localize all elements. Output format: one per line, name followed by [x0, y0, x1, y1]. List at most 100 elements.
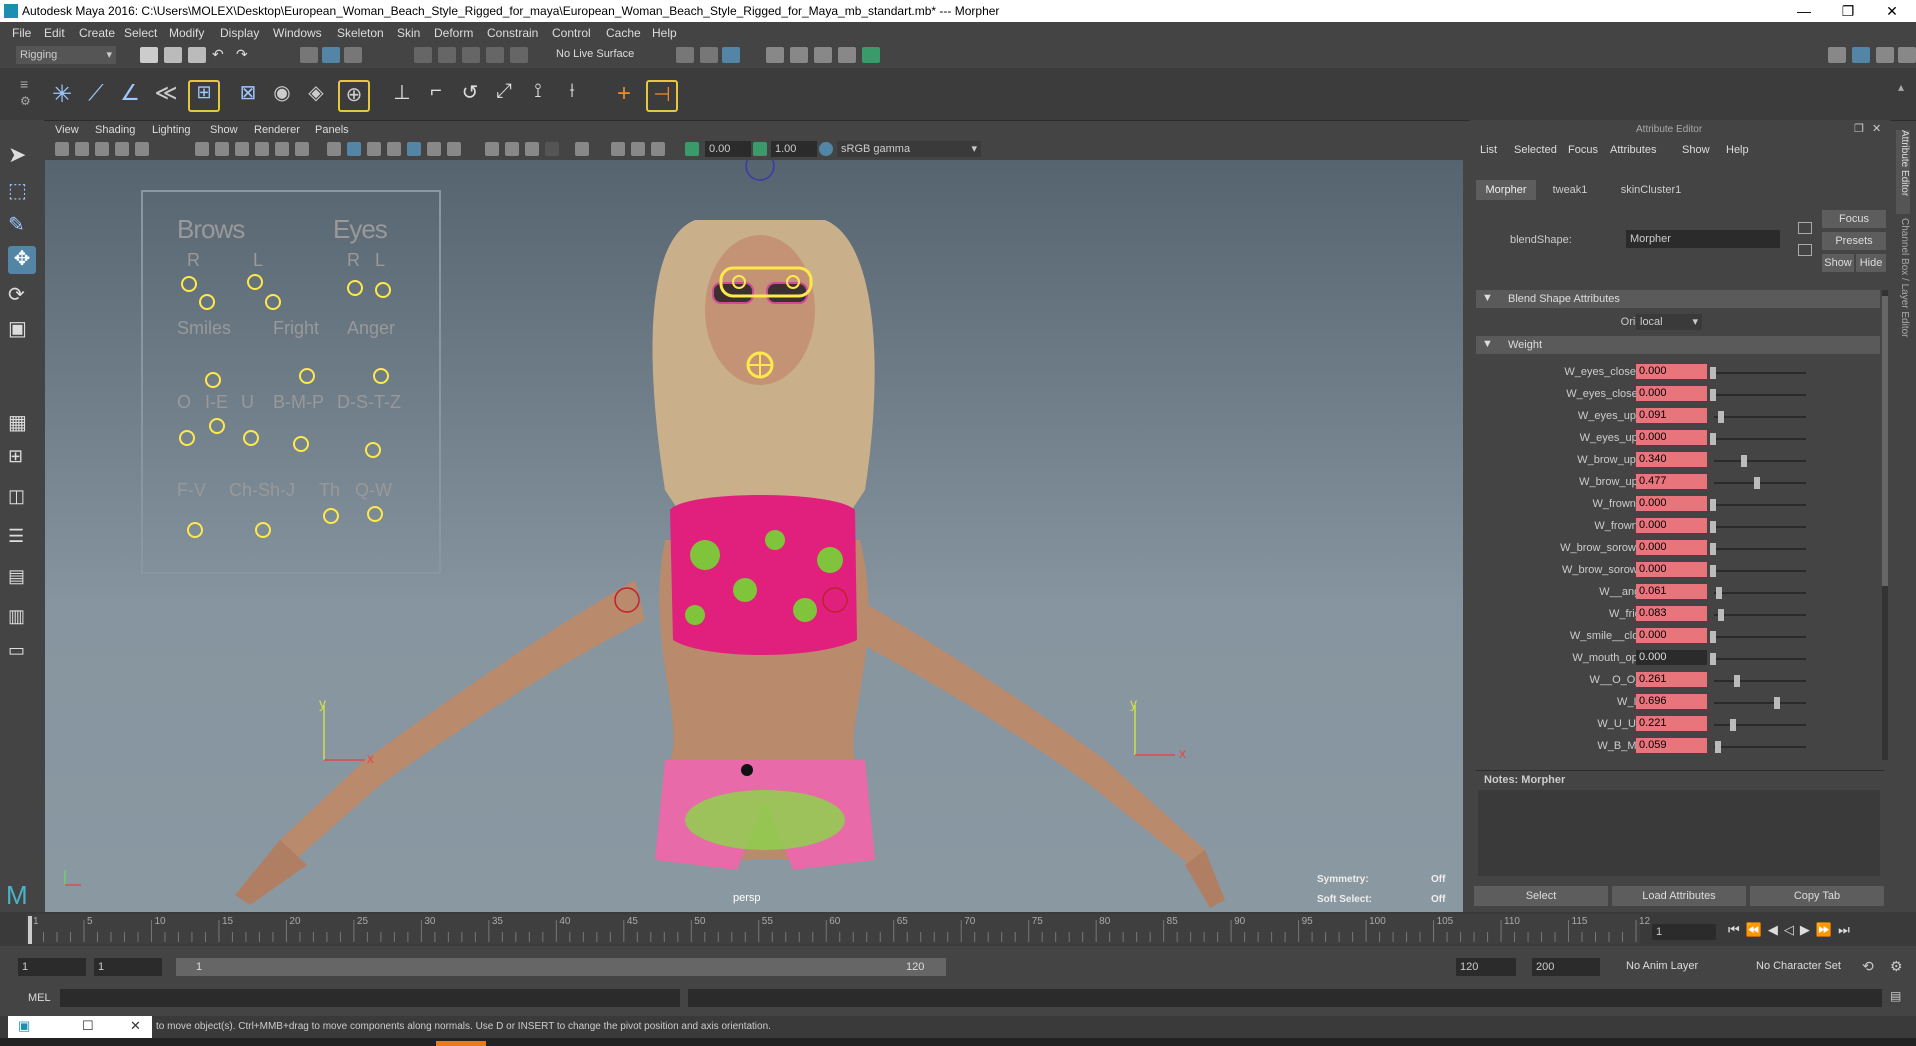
ae-menu-attributes[interactable]: Attributes	[1610, 144, 1656, 156]
weight-slider-track[interactable]	[1714, 636, 1806, 638]
menu-skin[interactable]: Skin	[397, 26, 420, 40]
weight-value-field[interactable]: 0.000	[1636, 518, 1707, 533]
parent-constraint-icon[interactable]: ⟟	[524, 80, 552, 108]
weight-slider-track[interactable]	[1714, 504, 1806, 506]
point-constraint-icon[interactable]: ⊥	[388, 80, 416, 108]
close-icon[interactable]: ✕	[130, 1018, 141, 1034]
mode-dropdown[interactable]: Rigging ▾	[16, 46, 116, 64]
grid-icon[interactable]	[195, 142, 209, 156]
ae-menu-help[interactable]: Help	[1726, 144, 1749, 156]
weight-value-field[interactable]: 0.000	[1636, 496, 1707, 511]
set-driven-key-icon[interactable]: ⊣	[646, 80, 678, 112]
snap-point-icon[interactable]	[462, 47, 480, 63]
menu-deform[interactable]: Deform	[434, 26, 473, 40]
restore-button[interactable]: ❐	[1826, 1, 1870, 21]
channel-box-icon[interactable]	[1898, 47, 1916, 63]
xray-joints-icon[interactable]	[631, 142, 645, 156]
save-scene-icon[interactable]	[188, 47, 206, 63]
vp-menu-view[interactable]: View	[55, 124, 79, 136]
weight-slider-handle[interactable]	[1718, 609, 1724, 621]
render-settings-icon[interactable]	[814, 47, 832, 63]
render-frame-icon[interactable]	[766, 47, 784, 63]
ik-handle-icon[interactable]: ⟋	[82, 80, 110, 108]
blendshape-name-field[interactable]: Morpher	[1626, 230, 1780, 248]
pole-vector-icon[interactable]: ⟊	[558, 80, 586, 108]
weight-slider-handle[interactable]	[1710, 433, 1716, 445]
select-component-icon[interactable]	[344, 47, 362, 63]
safe-action-icon[interactable]	[295, 142, 309, 156]
resolution-gate-icon[interactable]	[235, 142, 249, 156]
notes-textarea[interactable]	[1478, 790, 1880, 876]
weight-slider-handle[interactable]	[1718, 411, 1724, 423]
weight-slider-track[interactable]	[1714, 658, 1806, 660]
color-management-icon[interactable]	[819, 142, 833, 156]
shelf-scroll-icon[interactable]: ▴	[1898, 80, 1904, 94]
menu-select[interactable]: Select	[124, 26, 157, 40]
weight-slider-handle[interactable]	[1710, 389, 1716, 401]
weight-section[interactable]: ▼ Weight	[1476, 336, 1880, 354]
load-attributes-button[interactable]: Load Attributes	[1612, 886, 1746, 906]
outliner-layout-icon[interactable]: ☰	[8, 526, 36, 554]
depth-of-field-icon[interactable]	[545, 142, 559, 156]
ik-spline-icon[interactable]: ∠	[116, 80, 144, 108]
scale-constraint-icon[interactable]: ⤢	[490, 80, 518, 108]
weight-slider-handle[interactable]	[1754, 477, 1760, 489]
weight-slider-handle[interactable]	[1741, 455, 1747, 467]
weight-slider-handle[interactable]	[1710, 631, 1716, 643]
joint-tool-icon[interactable]: ✳	[48, 80, 76, 108]
weight-slider-handle[interactable]	[1710, 653, 1716, 665]
wrap-icon[interactable]: ◈	[302, 80, 330, 108]
time-ruler[interactable]: 1 5 10 15 20 25 30 35 40 45 50 55 60 65 70 75 80 85 90 95 10…	[0, 912, 1650, 946]
gamma-icon[interactable]	[753, 142, 767, 156]
move-tool-icon[interactable]: ✥	[8, 246, 36, 274]
image-plane-icon[interactable]	[115, 142, 129, 156]
scale-tool-icon[interactable]: ▣	[8, 316, 36, 344]
undo-icon[interactable]: ↶	[212, 46, 224, 63]
snap-surface-icon[interactable]	[510, 47, 528, 63]
taskbar-active-item[interactable]	[436, 1041, 486, 1046]
maximize-icon[interactable]: ☐	[82, 1018, 94, 1034]
shelf-menu-icon[interactable]: ≡	[20, 76, 28, 92]
lasso-tool-icon[interactable]: ⬚	[8, 178, 36, 206]
weight-slider-handle[interactable]	[1710, 543, 1716, 555]
weight-slider-track[interactable]	[1714, 702, 1806, 704]
presets-button[interactable]: Presets	[1822, 232, 1886, 250]
menu-create[interactable]: Create	[79, 26, 115, 40]
wireframe-icon[interactable]	[327, 142, 341, 156]
character-model[interactable]	[45, 160, 1463, 912]
weight-value-field[interactable]: 0.083	[1636, 606, 1707, 621]
vp-menu-panels[interactable]: Panels	[315, 124, 349, 136]
gamma-field[interactable]: 1.00	[771, 141, 817, 157]
weight-value-field[interactable]: 0.696	[1636, 694, 1707, 709]
perspective-viewport[interactable]: Brows Eyes R L R L Smiles Fright Anger O…	[45, 160, 1463, 912]
default-material-icon[interactable]	[387, 142, 401, 156]
tab-skincluster1[interactable]: skinCluster1	[1606, 180, 1696, 200]
render-setup-icon[interactable]	[862, 47, 880, 63]
minimize-button[interactable]: —	[1782, 1, 1826, 21]
weight-slider-track[interactable]	[1714, 680, 1806, 682]
weight-slider-track[interactable]	[1714, 482, 1806, 484]
gate-mask-icon[interactable]	[255, 142, 269, 156]
xray-icon[interactable]	[611, 142, 625, 156]
lattice-icon[interactable]: ⊠	[234, 80, 262, 108]
range-slider[interactable]: 1 120	[176, 958, 946, 976]
render-view-icon[interactable]	[722, 47, 740, 63]
weight-slider-track[interactable]	[1714, 394, 1806, 396]
vp-menu-lighting[interactable]: Lighting	[152, 124, 191, 136]
menu-skeleton[interactable]: Skeleton	[337, 26, 384, 40]
bind-skin-icon[interactable]: ⊞	[188, 80, 220, 112]
origin-dropdown[interactable]: local ▾	[1636, 314, 1702, 330]
anim-layer-dropdown[interactable]: No Anim Layer	[1626, 960, 1698, 972]
weight-slider-track[interactable]	[1714, 438, 1806, 440]
ae-close-icon[interactable]: ✕	[1872, 122, 1881, 135]
textured-icon[interactable]	[407, 142, 421, 156]
weight-slider-track[interactable]	[1714, 614, 1806, 616]
side-tab-attribute-editor[interactable]: Attribute Editor	[1896, 130, 1910, 214]
weight-value-field[interactable]: 0.000	[1636, 650, 1707, 665]
open-scene-icon[interactable]	[164, 47, 182, 63]
go-to-start-icon[interactable]: ⏮	[1728, 922, 1746, 937]
anti-alias-icon[interactable]	[525, 142, 539, 156]
ipr-render-icon[interactable]	[790, 47, 808, 63]
copy-tab-button[interactable]: Copy Tab	[1750, 886, 1884, 906]
field-chart-icon[interactable]	[275, 142, 289, 156]
